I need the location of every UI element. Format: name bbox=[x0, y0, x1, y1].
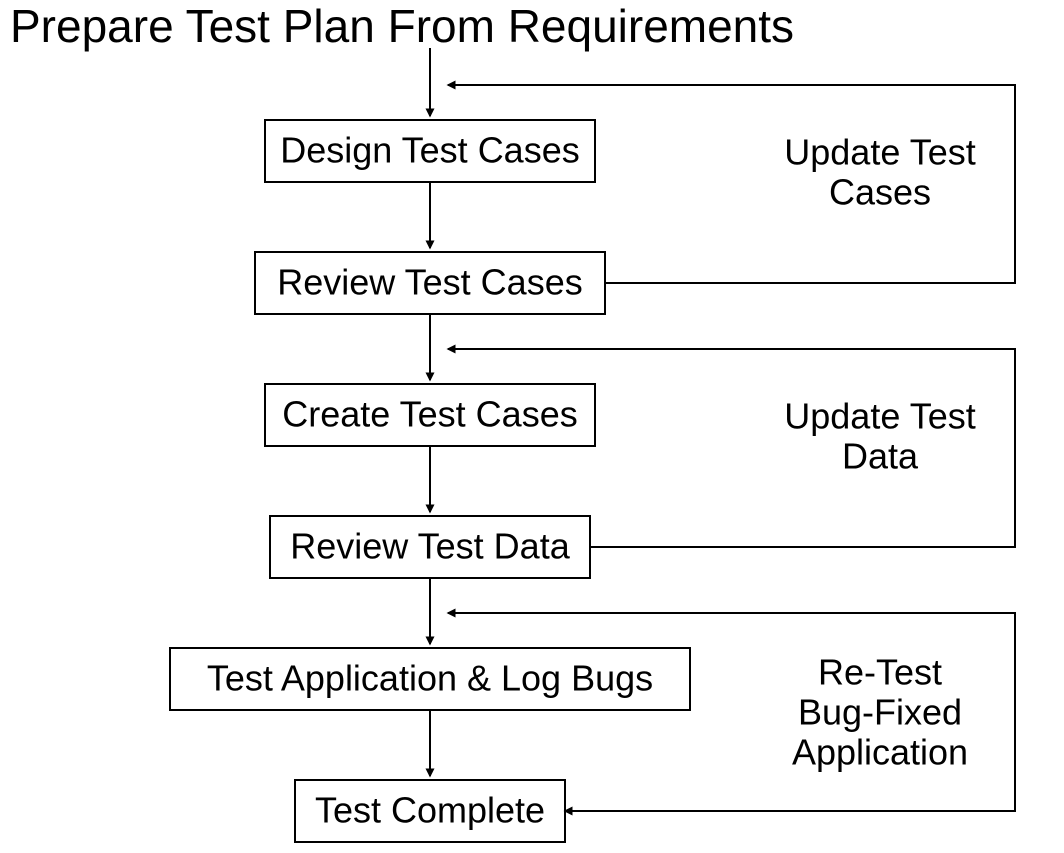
label-review-data: Review Test Data bbox=[290, 526, 570, 567]
label-retest-2: Bug-Fixed bbox=[798, 692, 962, 733]
label-create: Create Test Cases bbox=[282, 394, 577, 435]
label-retest-3: Application bbox=[792, 732, 968, 773]
label-review-cases: Review Test Cases bbox=[277, 262, 582, 303]
label-update-cases-1: Update Test bbox=[784, 132, 975, 173]
label-update-cases-2: Cases bbox=[829, 172, 931, 213]
label-design: Design Test Cases bbox=[280, 130, 579, 171]
label-update-data-2: Data bbox=[842, 436, 919, 477]
label-test-app: Test Application & Log Bugs bbox=[207, 658, 653, 699]
diagram-title: Prepare Test Plan From Requirements bbox=[10, 0, 794, 52]
label-update-data-1: Update Test bbox=[784, 396, 975, 437]
label-complete: Test Complete bbox=[315, 790, 545, 831]
flowchart: Prepare Test Plan From Requirements Desi… bbox=[0, 0, 1064, 853]
label-retest-1: Re-Test bbox=[818, 652, 942, 693]
